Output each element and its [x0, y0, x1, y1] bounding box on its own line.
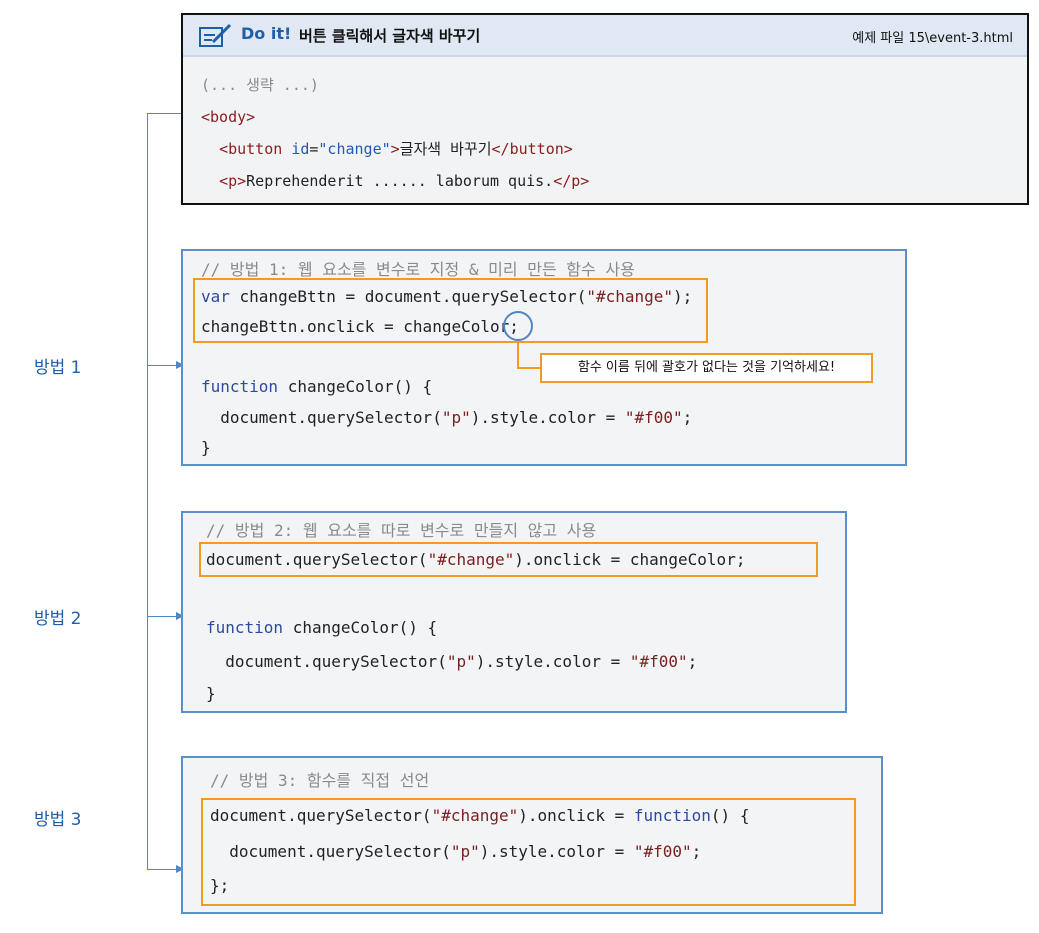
doit-tag: Do it! — [241, 24, 292, 43]
code-comment: // 방법 2: 웹 요소를 따로 변수로 만들지 않고 사용 — [206, 521, 597, 540]
code-line: function changeColor() { — [201, 377, 433, 396]
code-token: id — [291, 140, 310, 158]
arrow-method-3 — [147, 865, 184, 873]
label-method-1: 방법 1 — [34, 358, 82, 378]
code-line: document.querySelector("p").style.color … — [201, 408, 693, 427]
code-token: </p> — [553, 172, 590, 190]
label-method-2: 방법 2 — [34, 609, 82, 629]
highlight-method-2 — [199, 542, 818, 577]
label-method-3: 방법 3 — [34, 810, 82, 830]
highlight-method-3 — [201, 798, 856, 906]
bracket-line — [147, 113, 148, 870]
code-line: } — [201, 438, 211, 457]
code-token: <p> — [219, 172, 247, 190]
example-header: Do it! 버튼 클릭해서 글자색 바꾸기 예제 파일 15\event-3.… — [183, 15, 1027, 57]
code-line: document.querySelector("p").style.color … — [206, 652, 698, 671]
callout-note: 함수 이름 뒤에 괄호가 없다는 것을 기억하세요! — [540, 353, 873, 383]
pencil-note-icon — [199, 23, 232, 47]
code-token: Reprehenderit ...... laborum quis. — [246, 172, 554, 190]
code-token: <button — [219, 140, 283, 158]
code-comment: // 방법 3: 함수를 직접 선언 — [210, 771, 430, 790]
example-code: (... 생략 ...) <body> <button id="change">… — [201, 76, 590, 190]
callout-leader — [517, 367, 541, 369]
highlight-method-1 — [193, 278, 708, 343]
callout-leader — [517, 341, 519, 368]
code-token: "change" — [318, 140, 391, 158]
example-title: 버튼 클릭해서 글자색 바꾸기 — [299, 27, 481, 45]
paren-circle — [503, 311, 533, 341]
example-file: 예제 파일 15\event-3.html — [852, 31, 1013, 46]
code-comment: // 방법 1: 웹 요소를 변수로 지정 & 미리 만든 함수 사용 — [201, 260, 635, 279]
arrow-method-1 — [147, 361, 184, 369]
code-line: <body> — [201, 108, 256, 126]
code-line: } — [206, 684, 216, 703]
code-token: </button> — [491, 140, 573, 158]
code-line: (... 생략 ...) — [201, 76, 319, 94]
code-token: 글자색 바꾸기 — [399, 140, 492, 158]
arrow-method-2 — [147, 612, 184, 620]
example-box: Do it! 버튼 클릭해서 글자색 바꾸기 예제 파일 15\event-3.… — [181, 13, 1029, 205]
code-line: function changeColor() { — [206, 618, 438, 637]
